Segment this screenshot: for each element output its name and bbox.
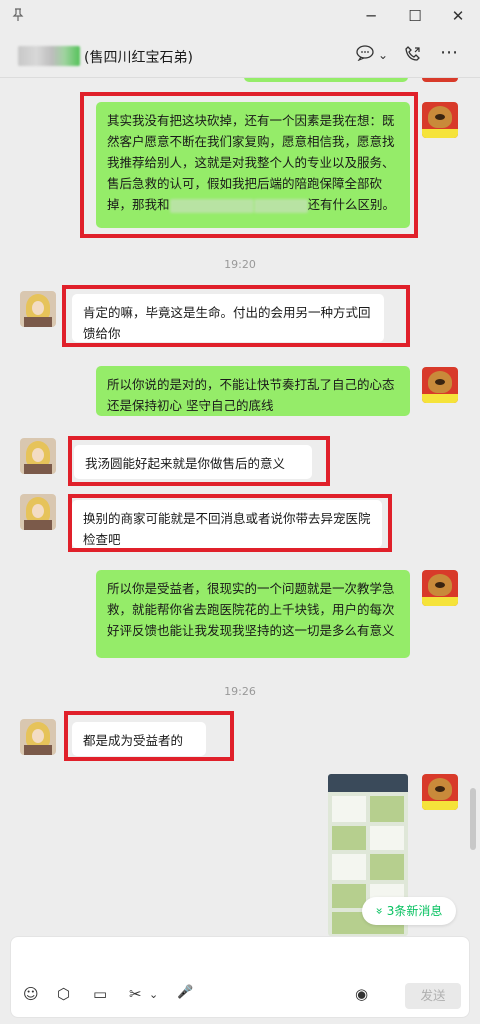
- microphone-icon[interactable]: 🎤: [177, 985, 193, 1000]
- double-chevron-down-icon: »: [372, 907, 387, 915]
- new-messages-button[interactable]: » 3条新消息: [362, 897, 456, 925]
- highlight-box: [68, 436, 330, 486]
- chat-bubble-icon[interactable]: [356, 45, 374, 65]
- box-icon[interactable]: ⬡: [57, 985, 70, 1003]
- folder-icon[interactable]: ▭: [93, 985, 107, 1003]
- message-input[interactable]: ☺ ⬡ ▭ ✂ ⌄ 🎤 ◉ 发送: [10, 936, 470, 1018]
- minimize-button[interactable]: ─: [362, 7, 380, 25]
- emoji-icon[interactable]: ☺: [23, 985, 39, 1003]
- send-button[interactable]: 发送: [405, 983, 461, 1009]
- new-messages-label: 3条新消息: [386, 904, 443, 918]
- self-avatar[interactable]: [422, 367, 458, 403]
- chat-area[interactable]: 其实我没有把这块砍掉，还有一个因素是我在想：既然客户愿意不断在我们家复购，愿意相…: [0, 78, 480, 934]
- contact-name: (售四川红宝石弟): [84, 50, 193, 66]
- scrollbar-thumb[interactable]: [470, 788, 476, 850]
- voice-input-icon[interactable]: ◉: [355, 985, 368, 1003]
- contact-avatar[interactable]: [20, 291, 56, 327]
- message-bubble-self[interactable]: 所以你说的是对的，不能让快节奏打乱了自己的心态 还是保持初心 坚守自己的底线: [96, 366, 410, 416]
- contact-avatar[interactable]: [20, 438, 56, 474]
- message-bubble-self[interactable]: 所以你是受益者，很现实的一个问题就是一次教学急救，就能帮你省去跑医院花的上千块钱…: [96, 570, 410, 658]
- highlight-box: [68, 494, 392, 552]
- phone-icon[interactable]: [404, 45, 422, 67]
- scissors-icon[interactable]: ✂: [129, 985, 142, 1003]
- title-bar: ─ ☐ ✕: [0, 0, 480, 34]
- highlight-box: [62, 285, 410, 347]
- more-icon[interactable]: ⋯: [440, 42, 458, 63]
- partial-message: [244, 78, 408, 82]
- self-avatar[interactable]: [422, 570, 458, 606]
- blurred-contact-name: [18, 46, 80, 66]
- maximize-button[interactable]: ☐: [406, 7, 424, 25]
- self-avatar[interactable]: [422, 102, 458, 138]
- chat-header: (售四川红宝石弟) ⌄ ⋯: [0, 34, 480, 78]
- pin-icon[interactable]: [12, 8, 24, 26]
- timestamp: 19:20: [224, 258, 256, 271]
- chevron-down-icon[interactable]: ⌄: [378, 48, 388, 62]
- self-avatar[interactable]: [422, 774, 458, 810]
- chevron-down-icon[interactable]: ⌄: [149, 988, 158, 1001]
- close-button[interactable]: ✕: [449, 7, 467, 25]
- contact-avatar[interactable]: [20, 494, 56, 530]
- timestamp: 19:26: [224, 685, 256, 698]
- partial-avatar: [422, 78, 458, 82]
- highlight-box: [80, 92, 418, 238]
- highlight-box: [64, 711, 234, 761]
- contact-avatar[interactable]: [20, 719, 56, 755]
